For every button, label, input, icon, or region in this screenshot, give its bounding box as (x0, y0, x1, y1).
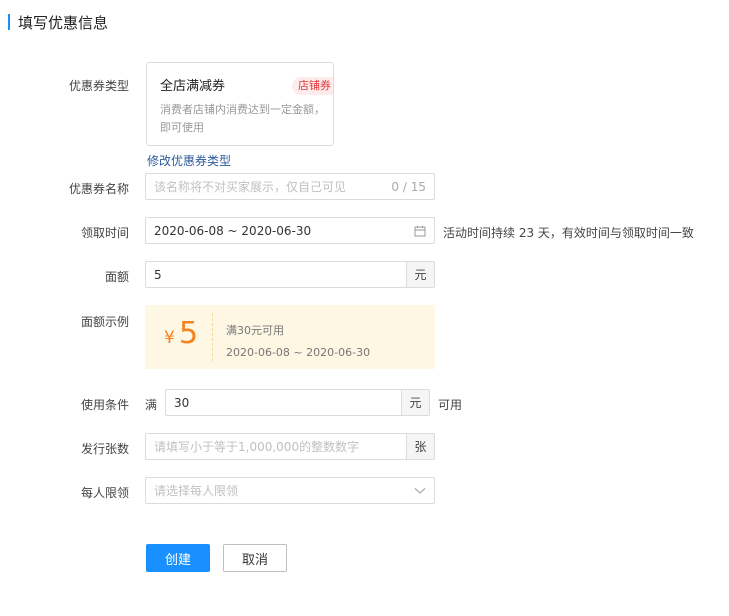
claim-time-note: 活动时间持续 23 天，有效时间与领取时间一致 (443, 226, 694, 240)
chevron-down-icon (406, 478, 434, 503)
claim-time-range-picker[interactable]: 2020-06-08 ~ 2020-06-30 (145, 217, 435, 244)
quantity-unit: 张 (406, 434, 434, 459)
usage-label: 使用条件 (80, 398, 129, 412)
preview-divider (212, 313, 213, 361)
coupon-name-input[interactable]: 该名称将不对买家展示，仅自己可见 0 / 15 (145, 173, 435, 200)
coupon-type-tag: 店铺券 (292, 77, 333, 95)
preview-amount: 5 (179, 316, 199, 351)
face-value-label: 面额 (104, 270, 129, 284)
preview-currency: ¥ (164, 328, 175, 348)
usage-suffix: 可用 (438, 398, 463, 412)
coupon-name-placeholder: 该名称将不对买家展示，仅自己可见 (154, 180, 347, 194)
coupon-type-desc: 消费者店铺内消费达到一定金额，即可使用 (160, 103, 325, 134)
face-value-unit: 元 (406, 262, 434, 287)
face-value-value: 5 (154, 267, 162, 282)
coupon-preview: ¥ 5 满30元可用 2020-06-08 ~ 2020-06-30 (145, 305, 435, 369)
page-title: 填写优惠信息 (18, 13, 109, 32)
calendar-icon[interactable] (406, 218, 434, 243)
usage-threshold-value: 30 (174, 395, 190, 410)
coupon-type-card[interactable]: 全店满减券 店铺券 消费者店铺内消费达到一定金额，即可使用 (146, 62, 334, 146)
usage-prefix: 满 (145, 398, 158, 412)
preview-condition: 满30元可用 (226, 324, 284, 337)
limit-placeholder: 请选择每人限领 (154, 484, 239, 498)
title-accent-bar (8, 14, 10, 30)
preview-label: 面额示例 (80, 315, 129, 329)
create-button[interactable]: 创建 (146, 544, 210, 572)
coupon-type-name: 全店满减券 (160, 79, 226, 94)
quantity-placeholder: 请填写小于等于1,000,000的整数数字 (154, 440, 360, 454)
preview-date-range: 2020-06-08 ~ 2020-06-30 (226, 346, 371, 359)
change-coupon-type-link[interactable]: 修改优惠券类型 (147, 152, 231, 169)
limit-select[interactable]: 请选择每人限领 (145, 477, 435, 504)
coupon-type-label: 优惠券类型 (68, 79, 129, 93)
coupon-name-counter: 0 / 15 (391, 179, 426, 194)
claim-time-value: 2020-06-08 ~ 2020-06-30 (154, 223, 312, 238)
page-header: 填写优惠信息 (8, 12, 108, 32)
quantity-label: 发行张数 (80, 442, 129, 456)
claim-time-label: 领取时间 (80, 226, 129, 240)
quantity-input[interactable]: 请填写小于等于1,000,000的整数数字 张 (145, 433, 435, 460)
usage-threshold-input[interactable]: 30 元 (165, 389, 430, 416)
coupon-name-label: 优惠券名称 (68, 182, 129, 196)
usage-unit: 元 (401, 390, 429, 415)
cancel-button[interactable]: 取消 (223, 544, 287, 572)
limit-label: 每人限领 (80, 486, 129, 500)
face-value-input[interactable]: 5 元 (145, 261, 435, 288)
